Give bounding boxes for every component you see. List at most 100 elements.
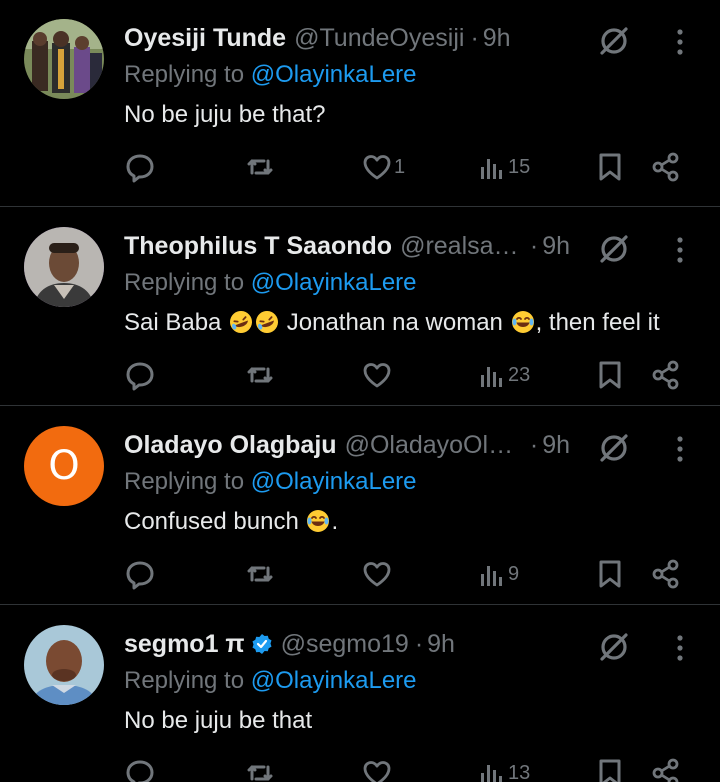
replying-prefix: Replying to	[124, 468, 245, 495]
more-options-icon[interactable]	[666, 633, 694, 663]
replying-to: Replying to @OlayinkaLere	[124, 667, 417, 695]
action-bar: 9	[0, 554, 720, 594]
reply-button[interactable]	[124, 753, 156, 782]
like-button[interactable]: 1	[362, 147, 405, 187]
more-options-icon[interactable]	[666, 235, 694, 265]
avatar[interactable]	[24, 19, 104, 99]
heart-icon	[363, 363, 391, 388]
view-count: 23	[508, 363, 531, 386]
analytics-icon	[481, 159, 502, 179]
reply-header: Theophilus T Saaondo @realsaao... · 9h	[124, 229, 570, 263]
user-handle[interactable]: @realsaao...	[400, 232, 524, 261]
replying-to: Replying to @OlayinkaLere	[124, 468, 417, 496]
grok-icon[interactable]	[596, 430, 632, 466]
comment-icon	[126, 362, 154, 391]
views-button[interactable]: 13	[478, 753, 530, 782]
share-icon	[652, 559, 679, 589]
text-segment: Confused bunch	[124, 508, 306, 535]
reply-item[interactable]: O Oladayo Olagbaju @OladayoOla3... · 9h …	[0, 405, 720, 603]
analytics-icon	[481, 765, 502, 782]
joy-emoji-icon	[306, 509, 330, 533]
dot-separator: ·	[529, 430, 539, 459]
dot-separator: ·	[414, 629, 424, 658]
rofl-emoji-icon	[255, 310, 279, 334]
heart-icon	[363, 761, 391, 782]
action-bar: 13	[0, 753, 720, 782]
user-handle[interactable]: @TundeOyesiji	[294, 24, 464, 53]
bookmark-button[interactable]	[596, 147, 624, 187]
bookmark-button[interactable]	[596, 753, 624, 782]
bookmark-icon	[599, 153, 621, 181]
grok-icon[interactable]	[596, 629, 632, 665]
replies-feed: Oyesiji Tunde @TundeOyesiji · 9h Replyin…	[0, 0, 720, 782]
reply-text: No be juju be that?	[124, 101, 326, 128]
bookmark-icon	[599, 759, 621, 782]
share-button[interactable]	[650, 147, 682, 187]
repost-button[interactable]	[244, 355, 276, 395]
repost-button[interactable]	[244, 147, 276, 187]
views-button[interactable]: 15	[478, 147, 530, 187]
reply-button[interactable]	[124, 554, 156, 594]
analytics-icon	[481, 566, 502, 586]
grok-icon[interactable]	[596, 23, 632, 59]
share-button[interactable]	[650, 554, 682, 594]
text-segment: Sai Baba	[124, 309, 229, 336]
bookmark-icon	[599, 560, 621, 588]
share-icon	[652, 360, 679, 390]
user-handle[interactable]: @OladayoOla3...	[345, 431, 524, 460]
bookmark-icon	[599, 361, 621, 389]
share-button[interactable]	[650, 753, 682, 782]
comment-icon	[126, 760, 154, 782]
replying-prefix: Replying to	[124, 269, 245, 296]
reply-button[interactable]	[124, 355, 156, 395]
views-button[interactable]: 9	[478, 554, 519, 594]
repost-button[interactable]	[244, 753, 276, 782]
bookmark-button[interactable]	[596, 355, 624, 395]
share-icon	[652, 758, 679, 782]
display-name[interactable]: Oyesiji Tunde	[124, 24, 286, 53]
repost-button[interactable]	[244, 554, 276, 594]
replying-prefix: Replying to	[124, 667, 245, 694]
timestamp[interactable]: 9h	[483, 24, 511, 53]
view-count: 13	[508, 761, 531, 782]
dot-separator: ·	[529, 231, 539, 260]
bookmark-button[interactable]	[596, 554, 624, 594]
like-button[interactable]	[362, 355, 392, 395]
reply-text: No be juju be that	[124, 707, 313, 734]
joy-emoji-icon	[511, 310, 535, 334]
reply-header: Oladayo Olagbaju @OladayoOla3... · 9h	[124, 428, 570, 462]
avatar[interactable]: O	[24, 426, 104, 506]
reply-item[interactable]: Oyesiji Tunde @TundeOyesiji · 9h Replyin…	[0, 0, 720, 198]
dot-separator: ·	[470, 23, 479, 52]
like-button[interactable]	[362, 753, 392, 782]
display-name[interactable]: Oladayo Olagbaju	[124, 431, 337, 460]
grok-icon[interactable]	[596, 231, 632, 267]
avatar[interactable]	[24, 625, 104, 705]
verified-badge-icon	[251, 633, 273, 655]
mention-link[interactable]: @OlayinkaLere	[251, 468, 417, 495]
action-bar: 1 15	[0, 147, 720, 187]
more-options-icon[interactable]	[666, 434, 694, 464]
timestamp[interactable]: 9h	[427, 630, 455, 659]
display-name[interactable]: Theophilus T Saaondo	[124, 232, 392, 261]
timestamp[interactable]: 9h	[542, 232, 570, 261]
more-options-icon[interactable]	[666, 27, 694, 57]
analytics-icon	[481, 367, 502, 387]
reply-button[interactable]	[124, 147, 156, 187]
views-button[interactable]: 23	[478, 355, 530, 395]
replying-to: Replying to @OlayinkaLere	[124, 269, 417, 297]
rofl-emoji-icon	[229, 310, 253, 334]
timestamp[interactable]: 9h	[542, 431, 570, 460]
mention-link[interactable]: @OlayinkaLere	[251, 61, 417, 88]
mention-link[interactable]: @OlayinkaLere	[251, 269, 417, 296]
reply-item[interactable]: Theophilus T Saaondo @realsaao... · 9h R…	[0, 206, 720, 404]
avatar[interactable]	[24, 227, 104, 307]
mention-link[interactable]: @OlayinkaLere	[251, 667, 417, 694]
display-name[interactable]: segmo1 π	[124, 630, 245, 659]
share-button[interactable]	[650, 355, 682, 395]
like-count: 1	[394, 155, 406, 178]
user-handle[interactable]: @segmo19	[281, 630, 409, 659]
reply-item[interactable]: segmo1 π @segmo19 · 9h Replying to @Olay…	[0, 604, 720, 782]
view-count: 9	[508, 562, 520, 585]
like-button[interactable]	[362, 554, 392, 594]
